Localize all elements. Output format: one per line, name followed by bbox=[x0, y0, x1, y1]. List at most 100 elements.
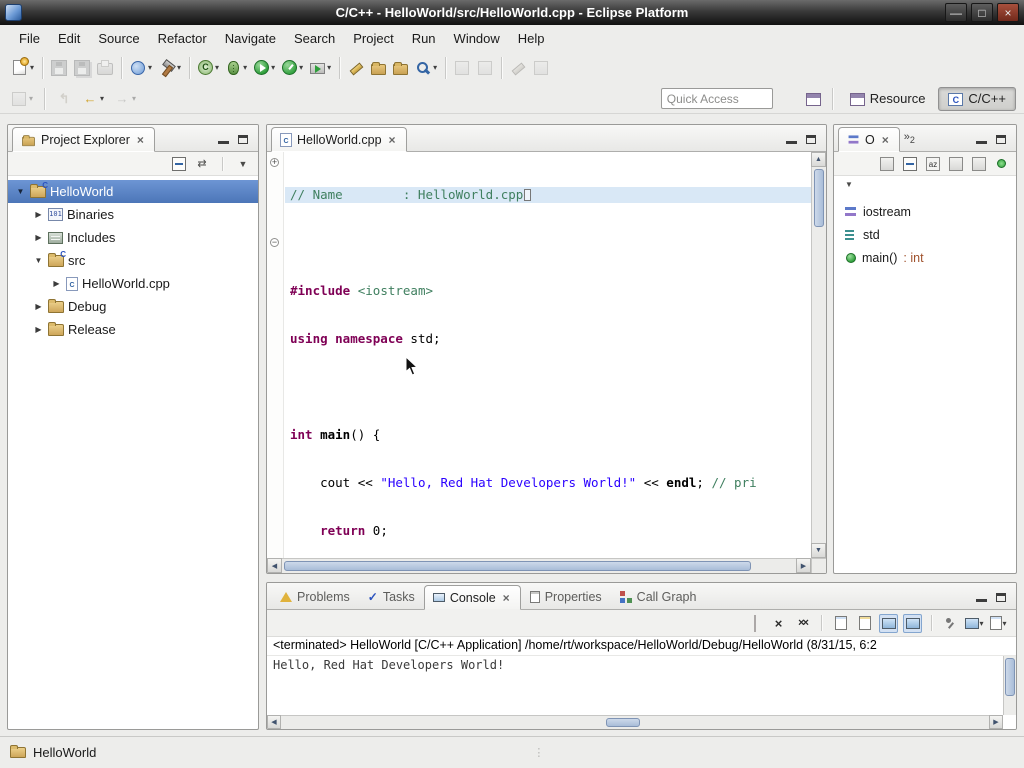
show-on-stderr-button[interactable] bbox=[903, 614, 922, 633]
remove-launch-button[interactable] bbox=[769, 614, 788, 633]
show-on-stdout-button[interactable] bbox=[879, 614, 898, 633]
tab-tasks[interactable]: Tasks bbox=[359, 584, 424, 609]
close-editor-icon[interactable] bbox=[387, 134, 398, 146]
tree-item-release[interactable]: Release bbox=[8, 318, 258, 341]
maximize-editor-icon[interactable] bbox=[806, 135, 816, 144]
tree-item-binaries[interactable]: Binaries bbox=[8, 203, 258, 226]
search-button[interactable] bbox=[412, 57, 440, 79]
tree-item-helloworld-cpp[interactable]: HelloWorld.cpp bbox=[8, 272, 258, 295]
minimize-view-icon[interactable] bbox=[976, 135, 987, 144]
open-console-button[interactable] bbox=[989, 614, 1008, 633]
menu-run[interactable]: Run bbox=[403, 28, 445, 49]
menu-navigate[interactable]: Navigate bbox=[216, 28, 285, 49]
forward-button[interactable]: → bbox=[111, 88, 139, 110]
hide-non-public-members-icon[interactable] bbox=[997, 159, 1006, 168]
print-button[interactable] bbox=[94, 57, 116, 78]
collapse-arrow-icon[interactable] bbox=[51, 279, 62, 288]
close-view-icon[interactable] bbox=[501, 592, 512, 604]
minimize-view-icon[interactable] bbox=[976, 593, 987, 602]
horizontal-scroll-thumb[interactable] bbox=[606, 718, 640, 727]
open-element-button[interactable] bbox=[368, 58, 389, 78]
maximize-view-icon[interactable] bbox=[238, 135, 248, 144]
collapse-all-icon[interactable] bbox=[903, 157, 917, 171]
tree-item-debug[interactable]: Debug bbox=[8, 295, 258, 318]
expand-arrow-icon[interactable] bbox=[15, 187, 26, 196]
collapse-arrow-icon[interactable] bbox=[33, 210, 44, 219]
external-tools-button[interactable] bbox=[307, 58, 334, 77]
perspective-resource-button[interactable]: Resource bbox=[841, 87, 935, 111]
focus-element-icon[interactable] bbox=[880, 157, 894, 171]
open-perspective-button[interactable] bbox=[803, 88, 824, 109]
scroll-right-icon[interactable]: ▶ bbox=[989, 715, 1003, 729]
scroll-left-icon[interactable]: ◀ bbox=[267, 715, 281, 729]
close-view-icon[interactable] bbox=[880, 134, 891, 146]
fold-expanded-icon[interactable] bbox=[270, 238, 279, 247]
expand-arrow-icon[interactable] bbox=[33, 256, 44, 265]
clear-console-button[interactable] bbox=[831, 614, 850, 633]
maximize-view-icon[interactable] bbox=[996, 135, 1006, 144]
remove-all-launches-button[interactable] bbox=[793, 614, 812, 633]
vertical-scroll-thumb[interactable] bbox=[1005, 658, 1015, 696]
open-resource-button[interactable] bbox=[390, 58, 411, 78]
sort-icon[interactable] bbox=[926, 157, 940, 171]
tree-item-src[interactable]: src bbox=[8, 249, 258, 272]
pin-console-button[interactable] bbox=[941, 614, 960, 633]
tab-call-graph[interactable]: Call Graph bbox=[611, 584, 706, 609]
outline-item-std[interactable]: std bbox=[834, 223, 1016, 246]
collapse-arrow-icon[interactable] bbox=[33, 325, 44, 334]
code-area[interactable]: // Name : HelloWorld.cpp #include <iostr… bbox=[285, 152, 811, 558]
profile-button[interactable] bbox=[279, 57, 306, 78]
scroll-left-icon[interactable]: ◀ bbox=[267, 558, 282, 573]
back-button[interactable]: ← bbox=[79, 88, 107, 110]
menu-window[interactable]: Window bbox=[445, 28, 509, 49]
link-with-editor-toolbar-button[interactable] bbox=[530, 57, 552, 79]
next-annotation-button[interactable] bbox=[451, 57, 473, 79]
horizontal-scroll-thumb[interactable] bbox=[284, 561, 751, 571]
new-cpp-class-button[interactable] bbox=[195, 57, 222, 78]
tab-problems[interactable]: Problems bbox=[271, 584, 359, 609]
back-to-last-edit-button[interactable]: ↰ bbox=[53, 88, 75, 110]
editor-vertical-scrollbar[interactable]: ▲ ▼ bbox=[811, 152, 826, 558]
scroll-lock-button[interactable] bbox=[855, 614, 874, 633]
terminate-button[interactable] bbox=[745, 614, 764, 633]
menu-help[interactable]: Help bbox=[509, 28, 554, 49]
minimize-editor-icon[interactable] bbox=[786, 135, 797, 144]
tab-console[interactable]: Console bbox=[424, 585, 521, 610]
collapse-arrow-icon[interactable] bbox=[33, 233, 44, 242]
minimize-button[interactable]: — bbox=[945, 3, 967, 22]
close-button[interactable]: × bbox=[997, 3, 1019, 22]
editor-horizontal-scrollbar[interactable]: ◀ ▶ bbox=[267, 558, 811, 573]
tab-outline[interactable]: O bbox=[838, 127, 900, 152]
link-with-editor-icon[interactable] bbox=[195, 157, 209, 171]
console-body[interactable]: Hello, Red Hat Developers World! ◀ ▶ bbox=[267, 656, 1016, 729]
menu-edit[interactable]: Edit bbox=[49, 28, 89, 49]
tree-item-helloworld[interactable]: HelloWorld bbox=[8, 180, 258, 203]
debug-button[interactable] bbox=[223, 58, 250, 78]
tree-item-includes[interactable]: Includes bbox=[8, 226, 258, 249]
console-vertical-scrollbar[interactable] bbox=[1003, 656, 1016, 715]
save-all-button[interactable] bbox=[71, 57, 93, 79]
outline-view-menu-icon[interactable] bbox=[842, 178, 856, 192]
tab-properties[interactable]: Properties bbox=[521, 584, 611, 609]
skip-all-breakpoints-button[interactable] bbox=[127, 57, 155, 79]
pin-editor-button[interactable] bbox=[8, 88, 36, 110]
mark-occurrences-button[interactable] bbox=[345, 57, 367, 79]
last-edit-location-button[interactable] bbox=[507, 57, 529, 79]
collapse-all-icon[interactable] bbox=[172, 157, 186, 171]
minimize-view-icon[interactable] bbox=[218, 135, 229, 144]
maximize-button[interactable]: □ bbox=[971, 3, 993, 22]
tab-helloworld-cpp[interactable]: HelloWorld.cpp bbox=[271, 127, 407, 152]
menu-refactor[interactable]: Refactor bbox=[149, 28, 216, 49]
build-all-button[interactable] bbox=[156, 57, 184, 79]
console-horizontal-scrollbar[interactable]: ◀ ▶ bbox=[267, 715, 1003, 729]
menu-source[interactable]: Source bbox=[89, 28, 148, 49]
menu-project[interactable]: Project bbox=[344, 28, 402, 49]
vertical-scroll-thumb[interactable] bbox=[814, 169, 824, 227]
tab-project-explorer[interactable]: Project Explorer bbox=[12, 127, 155, 152]
run-button[interactable] bbox=[251, 57, 278, 78]
menu-file[interactable]: File bbox=[10, 28, 49, 49]
perspective-cpp-button[interactable]: C/C++ bbox=[938, 87, 1016, 111]
collapse-arrow-icon[interactable] bbox=[33, 302, 44, 311]
window-menu-icon[interactable] bbox=[5, 4, 22, 21]
new-wizard-button[interactable] bbox=[8, 57, 37, 78]
